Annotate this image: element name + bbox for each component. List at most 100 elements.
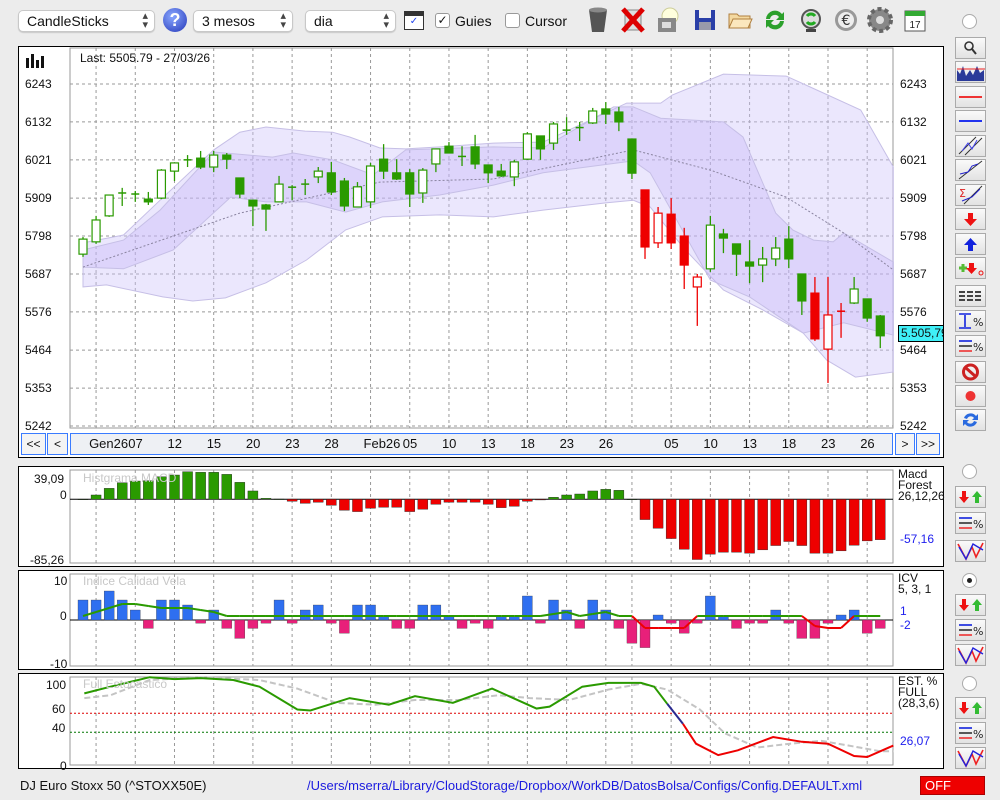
trend-lines-button[interactable] <box>955 159 986 181</box>
nav-next-button[interactable]: > <box>895 433 915 455</box>
date-label: 07 <box>128 436 143 451</box>
buy-arrow-button[interactable] <box>955 233 986 255</box>
main-panel-radio[interactable] <box>962 14 977 29</box>
currency-icon[interactable]: € <box>832 6 860 34</box>
interval-select[interactable]: dia ▴ ▾ <box>305 10 396 32</box>
zoom-button[interactable] <box>955 37 986 59</box>
help-icon[interactable]: ? <box>163 8 187 32</box>
print-icon[interactable] <box>654 6 682 34</box>
lines-percent-icon: % <box>959 727 983 741</box>
stoch-last-value: 26,07 <box>900 734 931 748</box>
date-label: 23 <box>285 436 300 451</box>
select-arrows-icon: ▴ ▾ <box>142 10 148 31</box>
stochastic-title: Full Estocastico <box>83 677 168 691</box>
macd-panel-radio[interactable] <box>962 464 977 479</box>
calendar-icon[interactable]: 17 <box>901 6 929 34</box>
date-label: 28 <box>324 436 339 451</box>
stoch-0-label: 0 <box>60 759 67 773</box>
open-folder-icon[interactable] <box>726 6 754 34</box>
date-label: 26 <box>598 436 614 451</box>
icv-params: 5, 3, 1 <box>898 582 932 596</box>
red-horizontal-line-button[interactable] <box>955 86 986 108</box>
no-entry-icon <box>962 363 979 381</box>
refresh-button[interactable] <box>955 409 986 431</box>
price-tick-left: 6132 <box>25 114 52 129</box>
record-button[interactable] <box>955 385 986 407</box>
channel-button[interactable] <box>955 135 986 157</box>
settings-icon[interactable] <box>866 6 894 34</box>
price-tick-right: 5464 <box>900 343 927 358</box>
chart-window-icon[interactable]: ✓ <box>404 11 424 30</box>
calendar-day: 17 <box>909 20 921 31</box>
blue-horizontal-line-button[interactable] <box>955 110 986 132</box>
price-tick-left: 5242 <box>25 419 52 433</box>
stoch-panel-radio[interactable] <box>962 676 977 691</box>
lines-percent-button[interactable]: % <box>955 619 986 641</box>
main-chart-panel[interactable] <box>18 46 944 458</box>
price-tick-right: 6243 <box>900 77 927 91</box>
cursor-checkbox[interactable] <box>505 13 520 28</box>
period-select[interactable]: 3 mesos ▴ ▾ <box>193 10 293 32</box>
icv-panel-radio[interactable] <box>962 573 977 588</box>
date-label: 26 <box>860 436 875 451</box>
nav-last-button[interactable]: >> <box>916 433 940 455</box>
sigma-lines-button[interactable]: Σ <box>955 184 986 206</box>
sell-arrow-button[interactable] <box>955 208 986 230</box>
status-off-button[interactable]: OFF <box>920 776 985 795</box>
price-tick-right: 5242 <box>900 419 927 433</box>
refresh-icon[interactable] <box>761 6 789 34</box>
date-axis[interactable]: Gen26 07 12 15 20 23 28 Feb26 05 10 13 18 23 26 05 10 13… <box>70 433 893 455</box>
nav-prev-button[interactable]: < <box>47 433 68 455</box>
config-path-link[interactable]: /Users/mserra/Library/CloudStorage/Dropb… <box>307 778 862 793</box>
nav-first-button[interactable]: << <box>21 433 46 455</box>
chart-type-select[interactable]: CandleSticks ▴ ▾ <box>18 10 155 32</box>
lines-percent-button[interactable]: % <box>955 335 986 357</box>
oscillator-button[interactable] <box>955 747 986 769</box>
lines-percent-button[interactable]: % <box>955 512 986 534</box>
price-tick-right: 5909 <box>900 191 927 206</box>
no-entry-button[interactable] <box>955 361 986 383</box>
volume-bars-icon[interactable] <box>25 52 47 68</box>
select-arrows-icon: ▴ ▾ <box>383 10 389 31</box>
price-tick-left: 5687 <box>25 266 52 281</box>
sell-buy-icon <box>959 491 982 503</box>
guides-checkbox[interactable]: ✓ <box>435 13 450 28</box>
sell-buy-button[interactable] <box>955 486 986 508</box>
sync-icon[interactable] <box>797 6 825 34</box>
oscillator-icon <box>957 749 984 768</box>
price-tick-left: 5798 <box>25 229 52 244</box>
lines-percent-icon: % <box>959 340 983 354</box>
add-signal-button[interactable] <box>955 257 986 279</box>
select-arrows-icon: ▴ ▾ <box>280 10 286 31</box>
sell-buy-button[interactable] <box>955 697 986 719</box>
oscillator-button[interactable] <box>955 644 986 666</box>
record-icon <box>965 391 976 401</box>
delete-icon[interactable] <box>619 6 647 34</box>
sell-buy-icon <box>959 702 982 714</box>
last-price-label: Last: 5505.79 - 27/03/26 <box>80 51 211 65</box>
instrument-name: DJ Euro Stoxx 50 (^STOXX50E) <box>20 778 207 793</box>
last-price-tag: 5.505,79 <box>898 325 944 342</box>
icv-title: Indice Calidad Vela <box>83 574 186 588</box>
date-label: 12 <box>167 436 182 451</box>
stoch-params: (28,3,6) <box>898 696 940 710</box>
macd-title: Histgrama MACD <box>83 471 177 485</box>
add-signal-icon <box>959 263 984 276</box>
stoch-40-label: 40 <box>52 721 66 735</box>
chart-thumbnail-button[interactable] <box>955 61 986 83</box>
save-icon[interactable] <box>691 6 719 34</box>
lines-percent-button[interactable]: % <box>955 722 986 744</box>
trash-icon[interactable] <box>584 6 612 34</box>
price-tick-right: 5353 <box>900 381 927 396</box>
range-percent-button[interactable]: % <box>955 310 986 332</box>
price-tick-right: 5576 <box>900 304 927 319</box>
sell-buy-button[interactable] <box>955 594 986 616</box>
date-label: 13 <box>481 436 496 451</box>
date-label: Feb26 <box>363 436 401 451</box>
svg-text:Σ: Σ <box>959 187 966 200</box>
svg-text:€: € <box>842 13 851 29</box>
date-label: 05 <box>402 436 418 451</box>
date-label: 23 <box>559 436 575 451</box>
oscillator-button[interactable] <box>955 540 986 562</box>
dashed-lines-button[interactable] <box>955 285 986 307</box>
